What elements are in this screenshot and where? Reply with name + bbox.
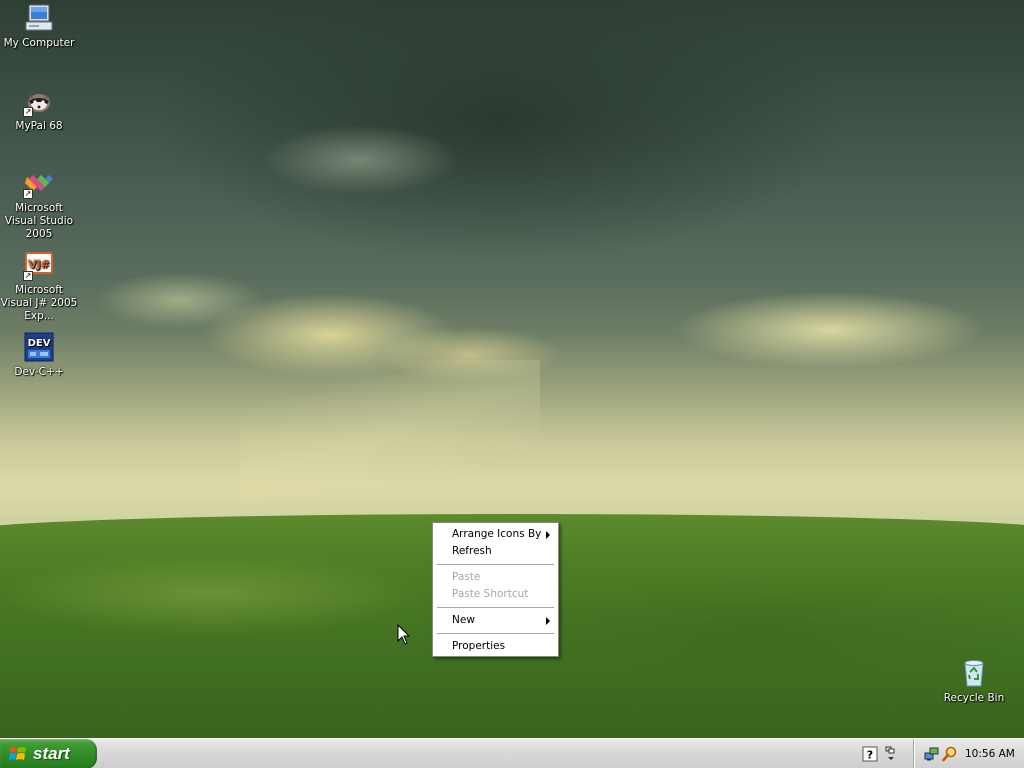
clock[interactable]: 10:56 AM bbox=[965, 739, 1015, 768]
submenu-arrow-icon bbox=[546, 531, 550, 539]
search-icon[interactable] bbox=[942, 746, 958, 762]
menu-item-arrange-icons-by[interactable]: Arrange Icons By bbox=[435, 526, 556, 543]
menu-item-label: Arrange Icons By bbox=[452, 528, 542, 540]
menu-separator bbox=[437, 607, 554, 608]
desktop-icon-label: Dev-C++ bbox=[14, 366, 64, 378]
desktop-icon-mypal[interactable]: ↗ MyPal 68 bbox=[0, 85, 79, 133]
desktop-icon-label: Recycle Bin bbox=[943, 692, 1005, 704]
menu-item-new[interactable]: New bbox=[435, 612, 556, 629]
windows-logo-icon bbox=[9, 747, 26, 760]
menu-item-refresh[interactable]: Refresh bbox=[435, 543, 556, 560]
recycle-bin-icon bbox=[958, 657, 990, 689]
desktop-icon-label: Microsoft Visual Studio 2005 bbox=[4, 202, 74, 240]
start-button[interactable]: start bbox=[0, 739, 97, 768]
submenu-arrow-icon bbox=[546, 617, 550, 625]
desktop-icon-visual-studio[interactable]: ↗ Microsoft Visual Studio 2005 bbox=[0, 167, 79, 241]
dev-cpp-icon: DEV bbox=[23, 331, 55, 363]
menu-item-label: Refresh bbox=[452, 545, 492, 557]
desktop-icon-label: MyPal 68 bbox=[15, 120, 63, 132]
shortcut-arrow-icon: ↗ bbox=[23, 107, 33, 117]
visual-studio-icon: ↗ bbox=[23, 167, 55, 199]
wallpaper-sun-rays bbox=[240, 360, 540, 500]
start-label: start bbox=[33, 744, 70, 763]
svg-text:?: ? bbox=[867, 749, 873, 762]
menu-item-properties[interactable]: Properties bbox=[435, 638, 556, 655]
menu-item-paste-shortcut: Paste Shortcut bbox=[435, 586, 556, 603]
menu-item-label: Properties bbox=[452, 640, 506, 652]
system-tray: 10:56 AM bbox=[913, 739, 1024, 768]
mouse-cursor-icon bbox=[397, 624, 411, 645]
desktop-icon-recycle-bin[interactable]: Recycle Bin bbox=[934, 657, 1014, 705]
tray-expand-chevron-icon[interactable] bbox=[884, 745, 898, 763]
menu-item-label: Paste Shortcut bbox=[452, 588, 529, 600]
shortcut-arrow-icon: ↗ bbox=[23, 271, 33, 281]
help-icon[interactable]: ? bbox=[862, 746, 878, 762]
menu-separator bbox=[437, 564, 554, 565]
menu-item-paste: Paste bbox=[435, 569, 556, 586]
my-computer-icon bbox=[23, 2, 55, 34]
desktop-icon-my-computer[interactable]: My Computer bbox=[0, 2, 79, 50]
shortcut-arrow-icon: ↗ bbox=[23, 189, 33, 199]
menu-separator bbox=[437, 633, 554, 634]
visual-jsharp-icon: VJ# ↗ bbox=[23, 249, 55, 281]
desktop-icon-label: My Computer bbox=[3, 37, 75, 49]
svg-text:DEV: DEV bbox=[28, 338, 51, 349]
desktop-icon-dev-cpp[interactable]: DEV Dev-C++ bbox=[0, 331, 79, 379]
desktop-icon-label: Microsoft Visual J# 2005 Exp... bbox=[0, 284, 78, 322]
menu-item-label: New bbox=[452, 614, 475, 626]
desktop-icon-visual-jsharp[interactable]: VJ# ↗ Microsoft Visual J# 2005 Exp... bbox=[0, 249, 79, 323]
mypal-icon: ↗ bbox=[23, 85, 55, 117]
menu-item-label: Paste bbox=[452, 571, 481, 583]
taskbar-buttons-area[interactable] bbox=[99, 742, 851, 766]
svg-text:VJ#: VJ# bbox=[28, 258, 50, 271]
network-icon[interactable] bbox=[924, 746, 940, 762]
taskbar: start ? 10:56 AM bbox=[0, 738, 1024, 768]
desktop-context-menu: Arrange Icons By Refresh Paste Paste Sho… bbox=[432, 522, 559, 657]
